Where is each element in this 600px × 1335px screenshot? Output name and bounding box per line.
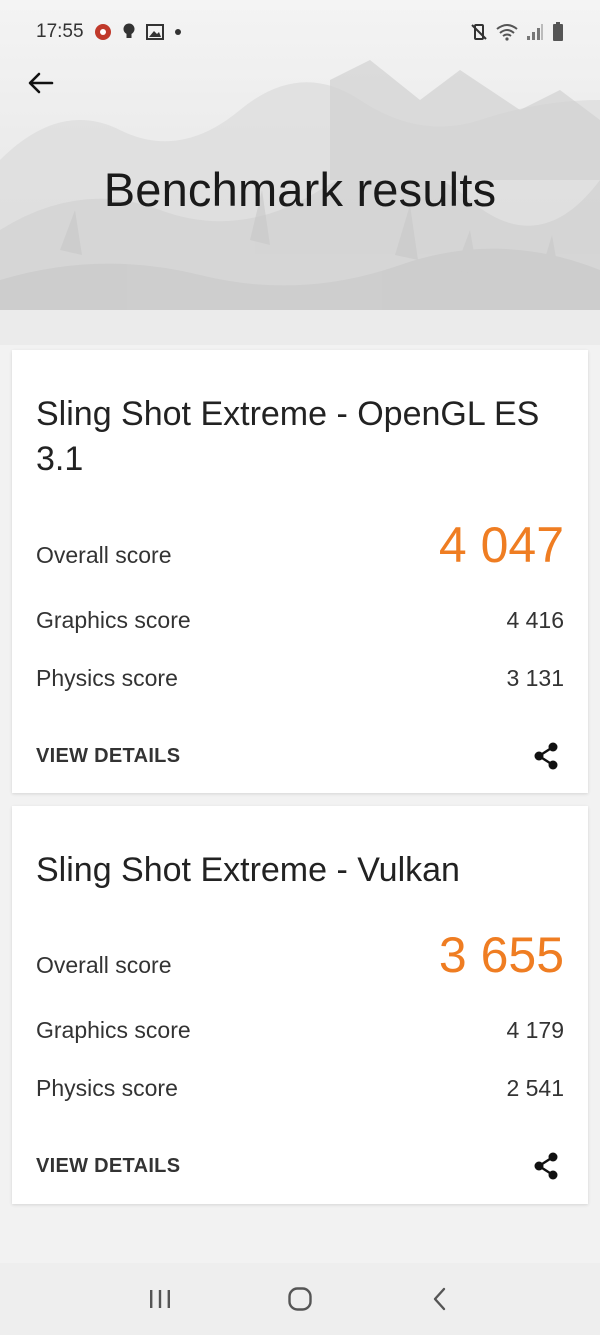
share-icon — [534, 742, 558, 770]
card-title: Sling Shot Extreme - OpenGL ES 3.1 — [36, 395, 540, 478]
signal-icon — [526, 23, 544, 41]
card-title: Sling Shot Extreme - Vulkan — [36, 851, 460, 889]
physics-score-label: Physics score — [36, 665, 178, 691]
physics-score-value: 3 131 — [506, 665, 564, 691]
share-button[interactable] — [528, 1148, 564, 1184]
nav-back-button[interactable] — [410, 1269, 470, 1329]
recents-icon — [150, 1290, 170, 1308]
result-card-opengl: Sling Shot Extreme - OpenGL ES 3.1 Overa… — [12, 350, 588, 793]
graphics-score-label: Graphics score — [36, 1017, 191, 1043]
graphics-score-value: 4 416 — [506, 607, 564, 633]
graphics-score-value: 4 179 — [506, 1017, 564, 1043]
home-button[interactable] — [270, 1269, 330, 1329]
overall-score-label: Overall score — [36, 542, 172, 568]
page-title: Benchmark results — [103, 163, 497, 216]
overall-score-value: 3 655 — [438, 927, 564, 983]
back-button[interactable] — [22, 64, 60, 102]
dot-icon — [174, 28, 182, 36]
system-nav-bar — [0, 1263, 600, 1335]
bulb-icon — [122, 23, 136, 41]
result-card-vulkan: Sling Shot Extreme - Vulkan Overall scor… — [12, 806, 588, 1204]
back-icon — [433, 1287, 446, 1311]
battery-icon — [552, 22, 564, 42]
view-details-button[interactable]: VIEW DETAILS — [36, 1155, 180, 1178]
graphics-score-label: Graphics score — [36, 607, 191, 633]
overall-score-label: Overall score — [36, 952, 172, 978]
overall-score-value: 4 047 — [438, 517, 564, 573]
status-bar: 17:55 — [0, 0, 600, 64]
status-time: 17:55 — [36, 21, 84, 42]
wifi-icon — [496, 23, 518, 41]
share-icon — [534, 1152, 558, 1180]
share-button[interactable] — [528, 738, 564, 774]
physics-score-label: Physics score — [36, 1075, 178, 1101]
mute-vibrate-icon — [470, 23, 488, 41]
arrow-left-icon — [28, 72, 54, 94]
recents-button[interactable] — [130, 1269, 190, 1329]
view-details-button[interactable]: VIEW DETAILS — [36, 745, 180, 768]
physics-score-value: 2 541 — [506, 1075, 564, 1101]
gallery-icon — [145, 24, 164, 40]
home-icon — [288, 1287, 312, 1311]
game-app-icon — [94, 23, 112, 41]
